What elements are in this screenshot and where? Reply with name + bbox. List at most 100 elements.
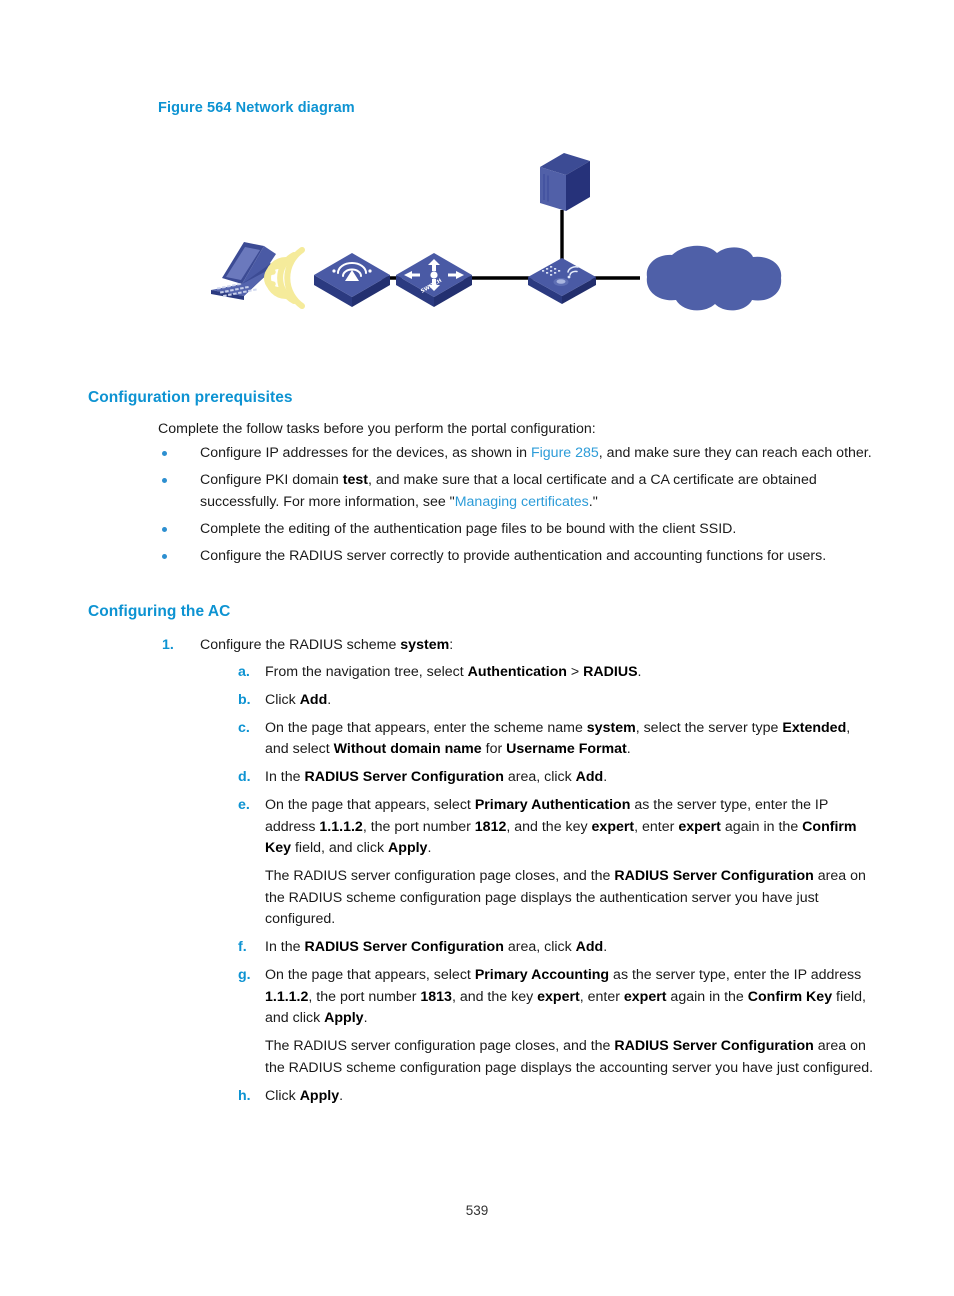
text-run: In the [265,939,305,955]
numbered-step: 1. Configure the RADIUS scheme system: a. F… [158,635,876,1107]
heading-configuration-prerequisites: Configuration prerequisites [88,389,293,406]
text-run: again in the [720,818,803,835]
lettered-substep: h. Click Apply. [238,1086,876,1108]
text-run: On the page that appears, enter the sche… [265,719,587,736]
emphasis-text: Apply [388,840,428,856]
bullet-list-item: Configure PKI domain test, and make sure… [158,470,876,513]
text-run: , the port number [362,818,475,835]
lettered-substep-list: a. From the navigation tree, select Authe… [200,662,876,1108]
emphasis-text: Confirm Key [747,988,833,1005]
cross-reference-link[interactable]: Managing certificates [455,494,589,510]
text-run: area, click [503,939,576,955]
bullet-text: Complete the editing of the authenticati… [200,521,736,537]
substep-marker: c. [238,719,250,736]
emphasis-text: Apply [324,1010,364,1026]
text-run: In the [265,769,305,785]
lettered-substep: f. In the RADIUS Server Configuration are… [238,937,876,959]
emphasis-text: 1.1.1.2 [319,818,363,835]
lettered-substep: c. On the page that appears, enter the sc… [238,718,876,761]
substep-marker: b. [238,691,251,708]
substep-result-note: The RADIUS server configuration page clo… [238,1036,876,1079]
text-run: Configure IP addresses for the devices, … [200,445,531,461]
substep-marker: f. [238,939,247,955]
cross-reference-link[interactable]: Figure 285 [531,445,599,461]
text-run: . [339,1087,344,1104]
substep-text: Click Apply. [265,1088,343,1104]
text-run: , the port number [308,988,421,1005]
text-run: for [481,741,507,757]
text-run: , and the key [451,988,538,1005]
substep-text: In the RADIUS Server Configuration area,… [265,939,607,955]
configuring-ac-step-list: 1. Configure the RADIUS scheme system: a. F… [158,635,876,1114]
lettered-substep: d. In the RADIUS Server Configuration are… [238,767,876,789]
emphasis-text: system [400,637,450,653]
emphasis-text: RADIUS [583,663,638,680]
bullet-text: Configure PKI domain test, and make sure… [200,472,817,510]
page-number: 539 [465,1203,489,1218]
emphasis-text: expert [591,818,635,835]
text-run: , and make sure they can reach each othe… [598,445,872,461]
emphasis-text: 1812 [474,818,507,835]
heading-configuring-the-ac: Configuring the AC [88,603,231,620]
access-controller-icon [528,258,596,304]
switch-icon: SWITCH [396,253,472,307]
prerequisites-bullet-list: Configure IP addresses for the devices, … [158,443,876,573]
substep-text: On the page that appears, select Primary… [265,797,857,856]
emphasis-text: Add [575,939,604,955]
emphasis-text: 1.1.1.2 [265,988,309,1005]
emphasis-text: Extended [782,719,847,736]
diagram-links [352,210,640,280]
text-run: > [566,663,584,680]
text-run: again in the [666,988,748,1005]
bullet-list-item: Configure the RADIUS server correctly to… [158,546,876,568]
emphasis-text: expert [623,988,667,1005]
substep-marker: h. [238,1087,251,1104]
substep-result-note: The RADIUS server configuration page clo… [238,866,876,931]
text-run: , select the server type [635,719,783,736]
text-run: Complete the editing of the authenticati… [200,520,737,537]
text-run: Click [265,691,300,708]
text-run: : [449,637,454,653]
text-run: ." [588,493,598,510]
substep-text: On the page that appears, select Primary… [265,967,866,1026]
bullet-dot-icon [162,478,167,483]
network-diagram: SWITCH [180,145,800,335]
text-run: area, click [503,769,576,785]
text-run: . [626,741,631,757]
emphasis-text: Primary Accounting [474,967,610,983]
text-run: On the page that appears, select [265,797,475,813]
text-run: field, and click [291,840,389,856]
access-point-icon [314,253,390,307]
bullet-list-item: Complete the editing of the authenticati… [158,519,876,541]
lettered-substep: a. From the navigation tree, select Authe… [238,662,876,684]
text-run: . [603,769,608,785]
text-run: Click [265,1087,300,1104]
bullet-dot-icon [162,451,167,456]
prerequisites-intro: Complete the follow tasks before you per… [158,421,596,437]
bullet-dot-icon [162,526,167,532]
text-run: . [427,840,432,856]
text-run: . [637,663,642,680]
text-run: Configure the RADIUS server correctly to… [200,547,827,564]
text-run: Configure PKI domain [200,472,343,488]
text-run: From the navigation tree, select [265,663,468,680]
bullet-list-item: Configure IP addresses for the devices, … [158,443,876,465]
emphasis-text: Without domain name [333,741,482,757]
server-icon [540,153,590,211]
emphasis-text: RADIUS Server Configuration [304,769,504,785]
emphasis-text: Authentication [467,663,567,680]
bullet-dot-icon [162,553,167,559]
emphasis-text: Apply [299,1087,340,1104]
substep-text: On the page that appears, enter the sche… [265,720,850,758]
emphasis-text: RADIUS Server Configuration [304,939,504,955]
lettered-substep: e. On the page that appears, select Prima… [238,795,876,860]
substep-text: Click Add. [265,692,331,708]
substep-marker: d. [238,769,251,785]
emphasis-text: Add [575,769,604,785]
emphasis-text: Add [299,691,328,708]
text-run: , enter [634,818,679,835]
text-run: . [363,1010,368,1026]
emphasis-text: Primary Authentication [474,797,631,813]
text-run: On the page that appears, select [265,967,475,983]
cloud-icon [646,245,782,311]
